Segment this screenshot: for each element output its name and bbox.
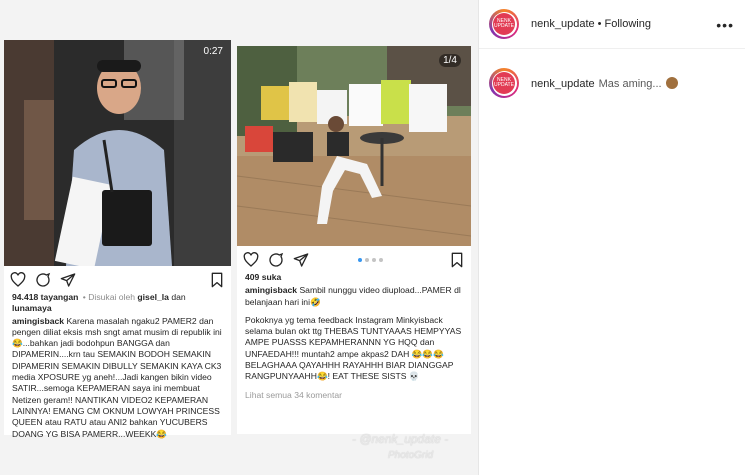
post-caption: 409 suka amingisback Sambil nunggu video…: [237, 270, 471, 403]
carousel-dot[interactable]: [372, 258, 376, 262]
liker-link[interactable]: lunamaya: [12, 303, 52, 313]
video-frame-image: [4, 40, 231, 266]
and-label: dan: [171, 292, 186, 302]
avatar[interactable]: NENK UPDATE: [489, 68, 519, 98]
avatar[interactable]: NENK UPDATE: [489, 9, 519, 39]
caption-username[interactable]: amingisback: [12, 316, 64, 326]
avatar-logo-text: NENK UPDATE: [493, 72, 515, 94]
carousel-dot[interactable]: [358, 258, 362, 262]
view-count: 94.418 tayangan: [12, 292, 79, 302]
photo-image: [237, 46, 471, 246]
post-sidebar: NENK UPDATE nenk_update • Following ••• NE…: [478, 0, 745, 475]
caption-username[interactable]: amingisback: [245, 285, 297, 295]
caption-text-2: Pokoknya yg tema feedback Instagram Mink…: [245, 314, 462, 382]
post-header: NENK UPDATE nenk_update • Following •••: [479, 0, 745, 49]
follow-status-button[interactable]: Following: [604, 18, 650, 30]
heart-icon[interactable]: [243, 252, 259, 268]
liker-link[interactable]: gisel_la: [137, 292, 169, 302]
avatar-logo-text: NENK UPDATE: [493, 13, 515, 35]
carousel-dot[interactable]: [379, 258, 383, 262]
carousel-dot[interactable]: [365, 258, 369, 262]
video-timer: 0:27: [203, 46, 223, 57]
share-icon[interactable]: [293, 252, 309, 268]
carousel-counter: 1/4: [439, 54, 461, 67]
view-comments-link[interactable]: Lihat semua 34 komentar: [245, 390, 463, 401]
comment-icon[interactable]: [268, 252, 284, 268]
username-link[interactable]: nenk_update: [531, 18, 595, 30]
carousel-dots: [358, 258, 383, 262]
watermark-app: PhotoGrid: [388, 450, 434, 461]
watermark-handle: - @nenk_update -: [352, 432, 449, 446]
liked-by-label: Disukai oleh: [88, 292, 136, 302]
collage-area: 0:27 94.418 tayangan • Disukai oleh gise…: [0, 0, 478, 475]
caption-comment: NENK UPDATE nenk_update Mas aming...: [479, 49, 745, 98]
post-actions: [237, 246, 471, 270]
comment-text: nenk_update Mas aming...: [531, 76, 678, 90]
comment-username[interactable]: nenk_update: [531, 78, 595, 90]
heart-icon[interactable]: [10, 272, 26, 288]
like-count: 409 suka: [245, 272, 282, 282]
bookmark-icon[interactable]: [449, 252, 465, 268]
header-user: nenk_update • Following: [531, 18, 651, 30]
photo-media[interactable]: 1/4: [237, 46, 471, 246]
post-caption: 94.418 tayangan • Disukai oleh gisel_la …: [12, 292, 222, 439]
post-actions: [4, 266, 231, 290]
post-video-card: 0:27 94.418 tayangan • Disukai oleh gise…: [4, 40, 231, 439]
bookmark-icon[interactable]: [209, 272, 225, 288]
more-options-icon[interactable]: •••: [716, 17, 734, 33]
post-photo-card: 1/4 409 suka amingisback Sambil nunggu v…: [237, 46, 471, 434]
separator-dot: •: [597, 18, 602, 30]
share-icon[interactable]: [60, 272, 76, 288]
comment-body: Mas aming...: [598, 77, 662, 90]
video-media[interactable]: 0:27: [4, 40, 231, 266]
caption-text: Karena masalah ngaku2 PAMER2 dan pengen …: [12, 315, 222, 439]
comment-icon[interactable]: [35, 272, 51, 288]
monkey-emoji-icon: [665, 76, 678, 89]
